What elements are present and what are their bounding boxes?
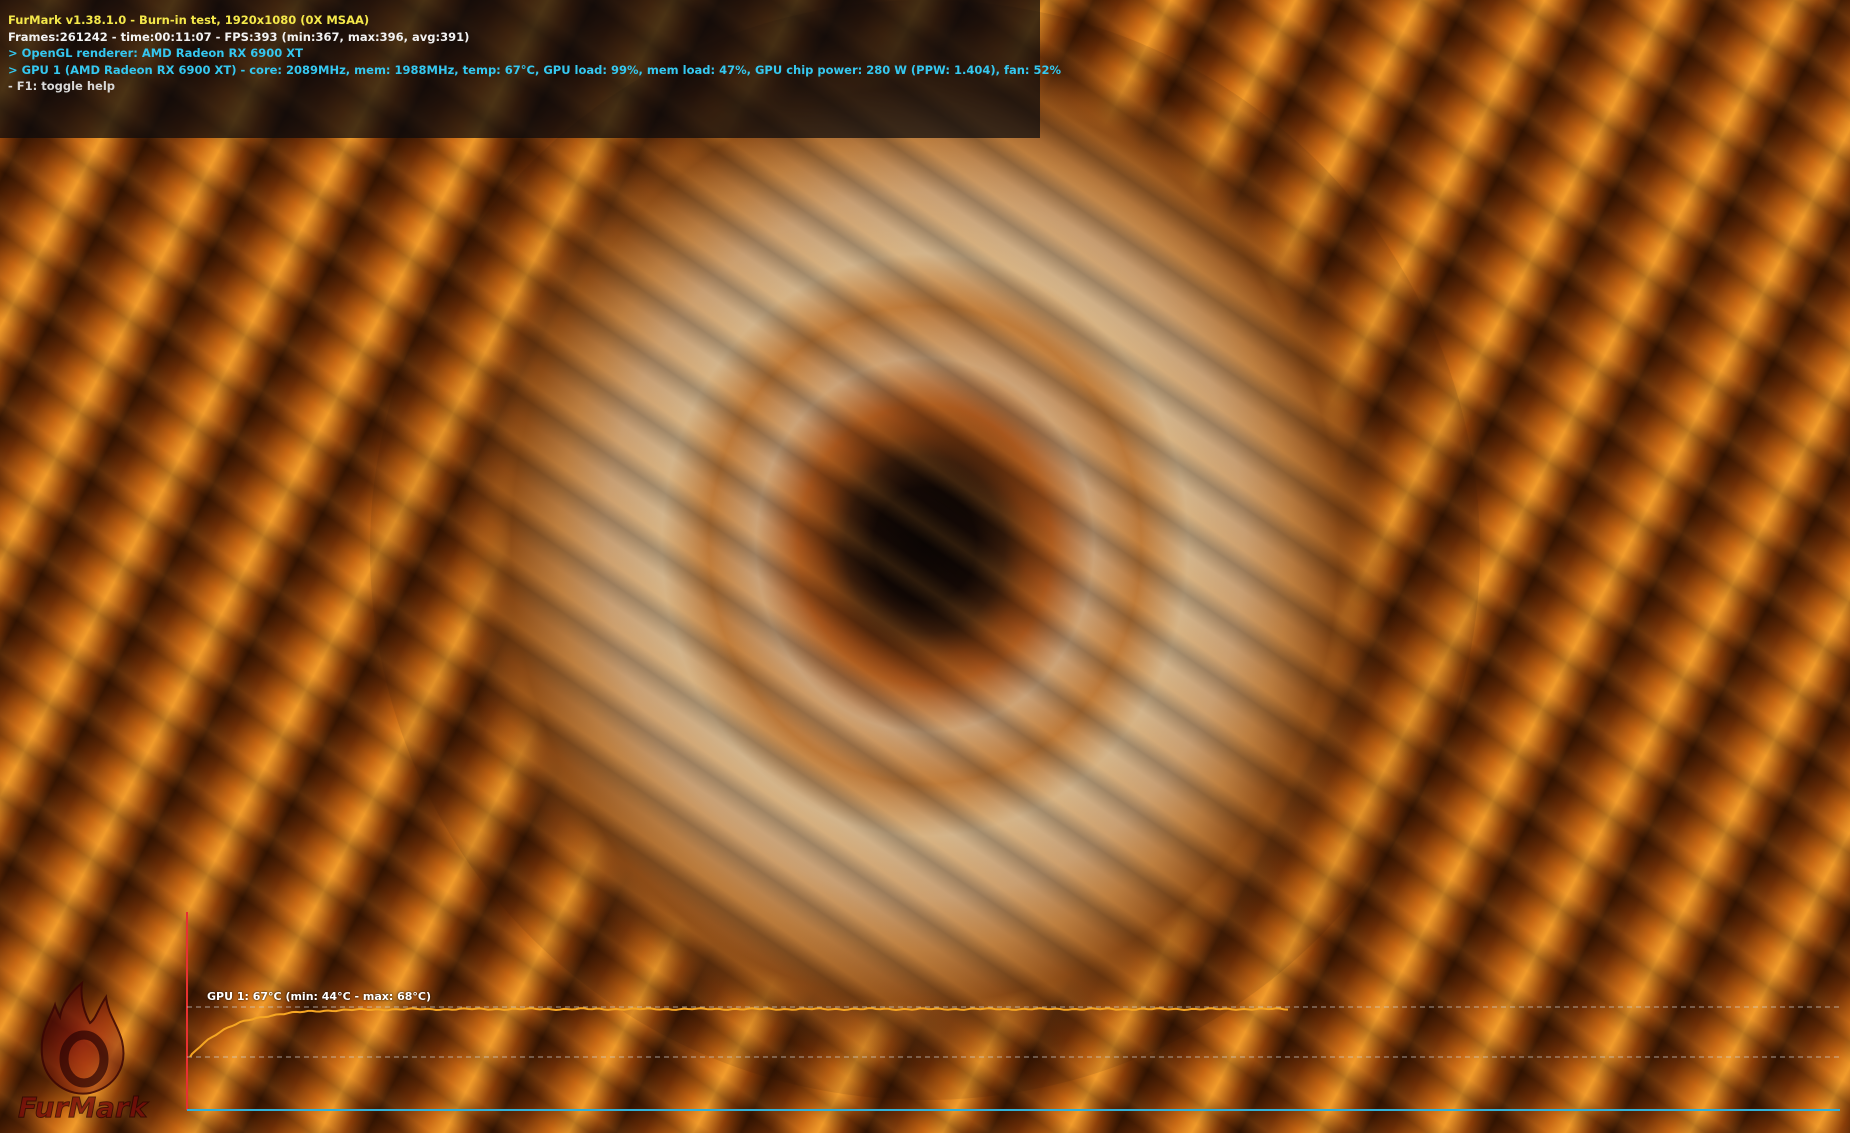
furmark-render-scene	[0, 0, 1850, 1133]
hud-gpu-info: > GPU 1 (AMD Radeon RX 6900 XT) - core: …	[8, 62, 1062, 77]
hud-title: FurMark v1.38.1.0 - Burn-in test, 1920x1…	[8, 13, 370, 27]
hud-renderer-info: > OpenGL renderer: AMD Radeon RX 6900 XT	[8, 46, 303, 60]
hud-help-hint: - F1: toggle help	[8, 79, 116, 93]
svg-text:FurMark: FurMark	[18, 1091, 150, 1124]
graph-temperature-label: GPU 1: 67°C (min: 44°C - max: 68°C)	[207, 990, 431, 1003]
hud-overlay: FurMark v1.38.1.0 - Burn-in test, 1920x1…	[0, 0, 1062, 138]
furmark-logo: FurMark	[18, 980, 150, 1125]
hud-frames-stats: Frames:261242 - time:00:11:07 - FPS:393 …	[8, 29, 470, 44]
